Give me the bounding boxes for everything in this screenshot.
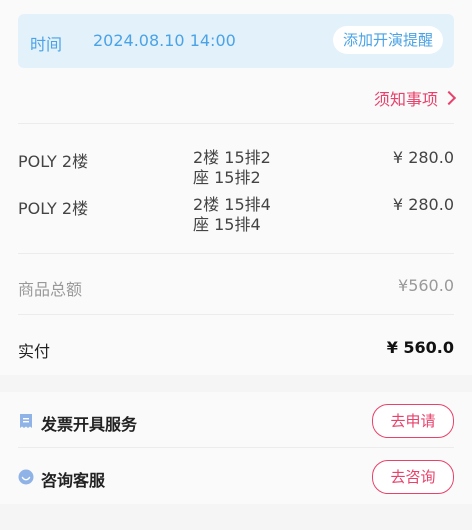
ticket-seat: 2楼 15排2 座 15排2 <box>193 148 303 188</box>
ticket-seat-line1: 2楼 15排2 <box>193 148 271 167</box>
ticket-price: ¥ 280.0 <box>392 195 454 214</box>
order-detail-card: 时间 2024.08.10 14:00 添加开演提醒 须知事项 POLY 2楼 … <box>0 0 472 375</box>
divider <box>18 314 454 315</box>
customer-service-label: 咨询客服 <box>41 471 106 490</box>
paid-value: ¥ 560.0 <box>386 338 454 357</box>
ticket-row: POLY 2楼 2楼 15排2 座 15排2 ¥ 280.0 <box>18 148 454 198</box>
ticket-seat: 2楼 15排4 座 15排4 <box>193 195 303 235</box>
services-card: 发票开具服务 去申请 咨询客服 去咨询 <box>0 392 472 504</box>
apply-invoice-button[interactable]: 去申请 <box>372 404 454 438</box>
show-time-bar: 时间 2024.08.10 14:00 添加开演提醒 <box>18 14 454 68</box>
ticket-venue: POLY 2楼 <box>18 199 89 218</box>
invoice-service-row: 发票开具服务 去申请 <box>18 398 454 448</box>
subtotal-label: 商品总额 <box>18 280 83 299</box>
customer-service-row: 咨询客服 去咨询 <box>18 454 454 504</box>
time-label: 时间 <box>30 35 63 54</box>
ticket-seat-line2: 座 15排2 <box>193 168 261 187</box>
ticket-venue: POLY 2楼 <box>18 152 89 171</box>
chevron-right-icon <box>441 90 457 106</box>
notice-link[interactable]: 须知事项 <box>373 86 457 110</box>
notice-link-label: 须知事项 <box>373 90 438 109</box>
add-reminder-button[interactable]: 添加开演提醒 <box>332 26 443 54</box>
divider <box>18 253 454 254</box>
divider <box>18 123 454 124</box>
divider <box>18 447 454 448</box>
time-value: 2024.08.10 14:00 <box>93 31 236 50</box>
chat-icon <box>18 469 34 485</box>
ticket-row: POLY 2楼 2楼 15排4 座 15排4 ¥ 280.0 <box>18 195 454 245</box>
subtotal-value: ¥560.0 <box>398 276 454 295</box>
invoice-icon <box>20 414 32 428</box>
ticket-seat-line2: 座 15排4 <box>193 215 261 234</box>
paid-label: 实付 <box>18 342 51 361</box>
invoice-service-label: 发票开具服务 <box>41 415 138 434</box>
ticket-price: ¥ 280.0 <box>392 148 454 167</box>
consult-service-button[interactable]: 去咨询 <box>372 460 454 494</box>
ticket-seat-line1: 2楼 15排4 <box>193 195 271 214</box>
